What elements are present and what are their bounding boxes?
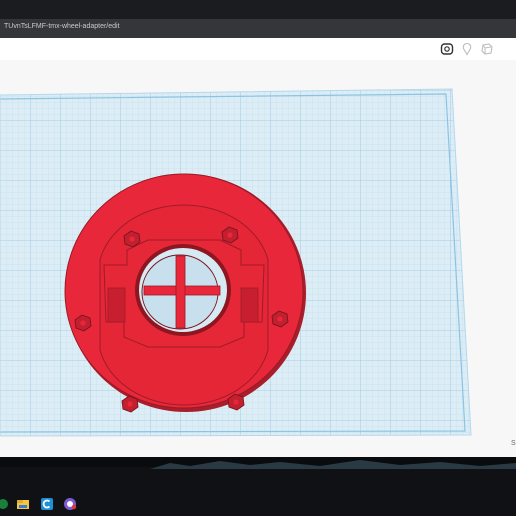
windows-start-icon[interactable] — [0, 497, 10, 511]
file-explorer-icon[interactable] — [16, 497, 30, 511]
browser-address-bar[interactable]: TUvnTsLFMF-tmx-wheel-adapter/edit — [0, 19, 516, 38]
editor-toolbar — [0, 38, 516, 61]
corner-label: S — [511, 440, 516, 447]
workplane-canvas[interactable] — [0, 60, 516, 457]
windows-taskbar — [0, 457, 516, 516]
view-tools — [440, 42, 494, 56]
tinkercad-editor: S — [0, 38, 516, 457]
workplane-area[interactable]: S — [0, 60, 516, 457]
cube-icon[interactable] — [480, 42, 494, 56]
view-cube-icon[interactable] — [440, 42, 454, 56]
url-text[interactable]: TUvnTsLFMF-tmx-wheel-adapter/edit — [4, 23, 120, 30]
app-c-icon[interactable] — [40, 497, 54, 511]
wheel-adapter-part[interactable] — [64, 173, 306, 413]
chat-app-icon[interactable] — [63, 497, 77, 511]
desktop-wallpaper-strip — [0, 457, 516, 469]
bulb-icon[interactable] — [460, 42, 474, 56]
browser-tab-strip — [0, 0, 516, 19]
